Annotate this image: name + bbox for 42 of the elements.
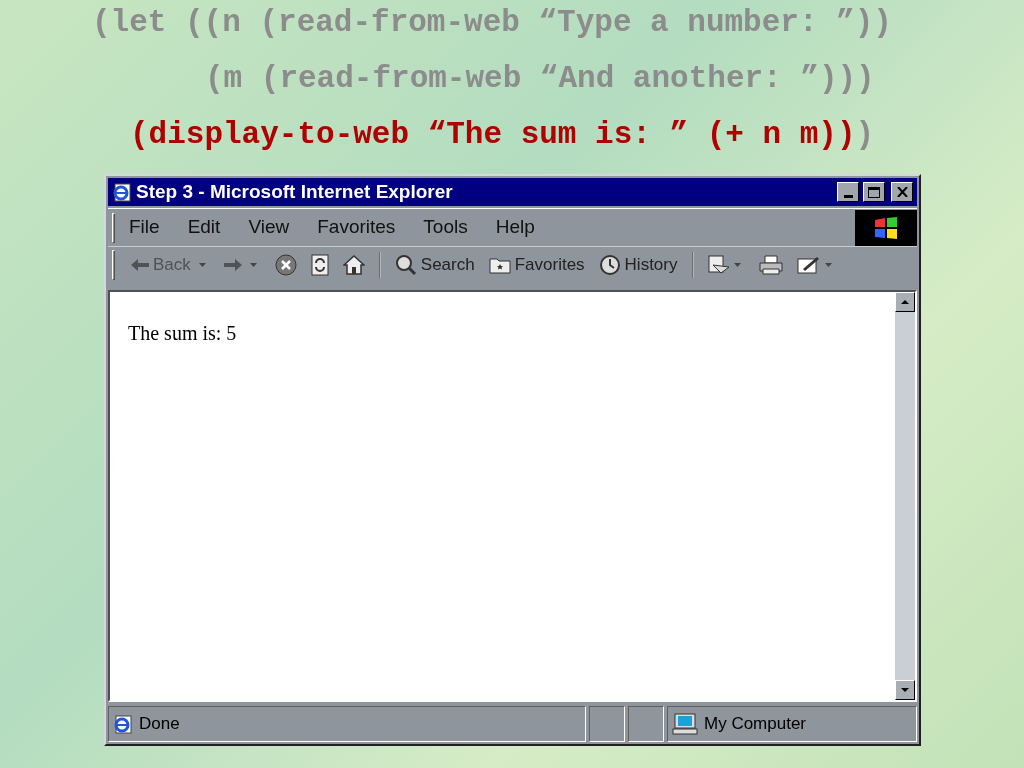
close-button[interactable] bbox=[891, 182, 913, 202]
menu-item[interactable]: View bbox=[244, 213, 294, 242]
page-text: The sum is: 5 bbox=[128, 322, 237, 344]
code-line: (display-to-web “The sum is: ” (+ n m))) bbox=[129, 116, 876, 154]
menu-item[interactable]: Help bbox=[491, 213, 539, 242]
envelope-icon bbox=[707, 254, 730, 275]
code-line: (let ((n (read-from-web “Type a number: ”)) bbox=[91, 4, 893, 42]
folder-icon bbox=[488, 255, 511, 274]
scroll-up-button[interactable] bbox=[895, 292, 915, 312]
history-button[interactable]: History bbox=[594, 250, 682, 279]
menu-item[interactable]: File bbox=[125, 213, 164, 242]
caret-icon[interactable] bbox=[824, 262, 832, 267]
computer-icon bbox=[672, 713, 698, 735]
close-icon bbox=[274, 253, 297, 276]
window-title: Step 3 - Microsoft Internet Explorer bbox=[136, 179, 453, 204]
browser-logo-icon bbox=[113, 714, 133, 734]
browser-logo-icon bbox=[112, 182, 132, 202]
search-icon bbox=[394, 253, 417, 276]
left-arrow-icon bbox=[131, 258, 149, 271]
maximize-button[interactable] bbox=[863, 182, 885, 202]
clock-icon bbox=[598, 253, 621, 276]
scroll-down-button[interactable] bbox=[895, 680, 915, 700]
close-icon bbox=[896, 187, 908, 197]
menu-item[interactable]: Tools bbox=[419, 213, 472, 242]
right-arrow-icon bbox=[223, 258, 242, 271]
menu-item[interactable]: Edit bbox=[183, 213, 225, 242]
pencil-page-icon bbox=[796, 254, 821, 275]
menu-item[interactable]: Favorites bbox=[313, 213, 400, 242]
printer-icon bbox=[758, 254, 783, 275]
refresh-icon bbox=[310, 253, 329, 276]
favorites-button[interactable]: Favorites bbox=[484, 250, 589, 279]
home-icon bbox=[342, 254, 365, 275]
status-panel bbox=[589, 706, 625, 742]
windows-logo-icon bbox=[873, 216, 899, 239]
status-text: Done bbox=[139, 713, 180, 736]
scrollbar[interactable] bbox=[895, 292, 915, 700]
zone-text: My Computer bbox=[704, 713, 807, 736]
status-panel bbox=[628, 706, 664, 742]
search-button[interactable]: Search bbox=[390, 250, 479, 279]
code-line: (m (read-from-web “And another: ”))) bbox=[204, 60, 876, 98]
caret-icon[interactable] bbox=[733, 262, 741, 267]
minimize-button[interactable] bbox=[837, 182, 859, 202]
